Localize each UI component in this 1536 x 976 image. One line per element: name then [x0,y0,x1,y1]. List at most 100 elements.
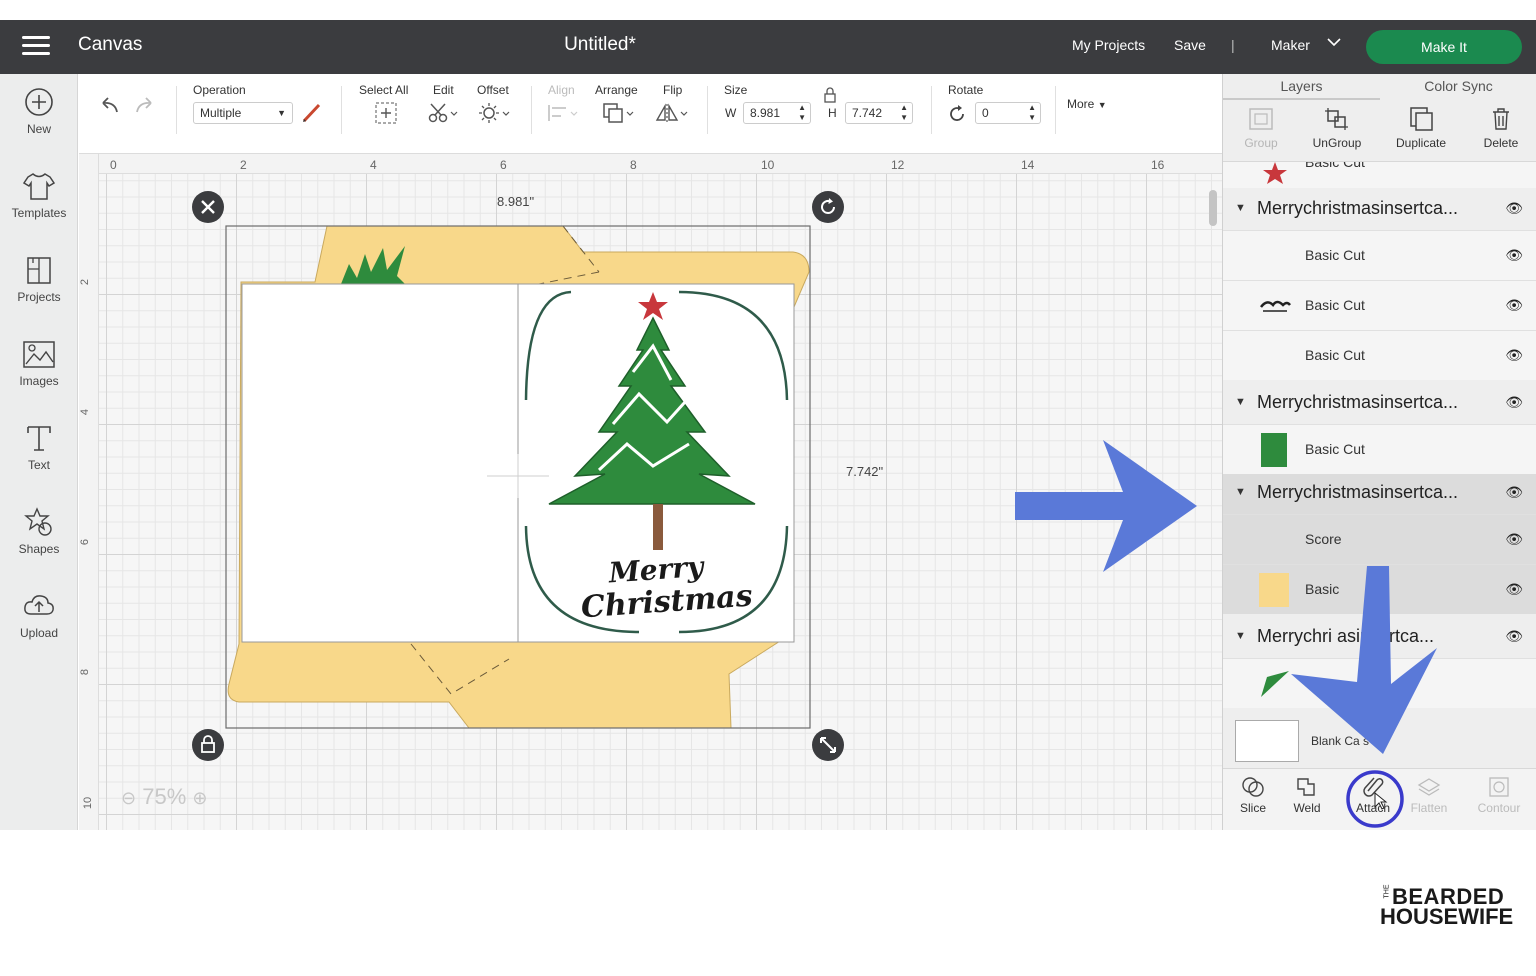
panel-tabs: Layers Color Sync [1223,74,1536,100]
chevron-down-icon[interactable] [1326,34,1342,53]
offset-icon[interactable] [479,102,511,124]
width-label: W [725,106,737,120]
scissors-icon[interactable] [427,102,459,124]
lock-handle-icon[interactable] [191,728,225,762]
pen-color-icon[interactable] [301,102,323,124]
height-dimension-readout: 7.742" [846,464,884,479]
star-thumbnail-icon [1263,162,1287,184]
sidebar-item-shapes[interactable]: Shapes [0,506,78,556]
layer-name: Basic Cut [1305,347,1365,363]
left-sidebar: New Templates Projects Images Text Shape… [0,74,78,830]
tab-color-sync[interactable]: Color Sync [1380,78,1536,94]
align-label: Align [548,83,575,97]
select-all-label: Select All [359,83,409,97]
more-button[interactable]: More ▼ [1067,97,1107,111]
my-projects-link[interactable]: My Projects [1072,37,1145,53]
operation-value: Multiple [200,106,242,120]
eye-icon[interactable]: 👁 [1505,347,1523,364]
zoom-level: 75% [142,784,187,809]
delete-handle-icon[interactable] [191,190,225,224]
make-it-button[interactable]: Make It [1366,30,1522,64]
eye-icon[interactable]: 👁 [1505,531,1523,548]
weld-button[interactable]: Weld [1277,775,1337,815]
design-canvas[interactable]: 0 2 4 6 8 10 12 14 16 2 4 6 8 10 Merry C… [79,154,1222,830]
eye-icon[interactable]: 👁 [1505,628,1523,645]
caret-down-icon[interactable]: ▼ [1235,202,1246,214]
logo-line2: HOUSEWIFE [1380,904,1514,929]
flip-icon[interactable] [655,102,691,124]
eye-icon[interactable]: 👁 [1505,581,1523,598]
layer-row[interactable]: Basic Cut 👁 [1223,330,1536,380]
layer-row[interactable]: Score 👁 [1223,514,1536,564]
caret-down-icon[interactable]: ▼ [1235,630,1246,642]
duplicate-icon [1410,107,1433,131]
zoom-out-icon[interactable]: ⊖ [121,788,136,808]
delete-button[interactable]: Delete [1463,106,1536,150]
select-all-icon[interactable] [375,102,397,124]
eye-icon[interactable]: 👁 [1505,484,1523,501]
layer-row[interactable]: Basic Cut [1223,424,1536,474]
sidebar-item-text[interactable]: Text [0,422,78,472]
height-input[interactable]: 7.742 ▲ ▼ [845,102,913,124]
group-button[interactable]: Group [1223,106,1299,150]
sidebar-item-new[interactable]: New [0,86,78,136]
width-input[interactable]: 8.981 ▲ ▼ [743,102,811,124]
contour-button[interactable]: Contour [1469,775,1529,815]
machine-selector[interactable]: Maker [1271,37,1310,53]
projects-icon [27,257,51,284]
lock-icon[interactable] [823,87,837,103]
duplicate-button[interactable]: Duplicate [1383,106,1459,150]
zoom-control[interactable]: ⊖ 75% ⊕ [121,784,207,810]
sidebar-item-images[interactable]: Images [0,338,78,388]
eye-icon[interactable]: 👁 [1505,394,1523,411]
layer-group-row[interactable]: ▼ Merrychristmasinsertca... 👁 [1223,384,1536,424]
caret-down-icon[interactable]: ▼ [1235,486,1246,498]
stepper-icon[interactable]: ▲ ▼ [900,103,908,123]
layer-group-row[interactable]: ▼ Merrychristmasinsertca... 👁 [1223,190,1536,230]
zoom-in-icon[interactable]: ⊕ [192,788,207,808]
group-icon [1249,108,1273,130]
vertical-scrollbar[interactable] [1209,190,1217,226]
layer-name: Basic Cut [1305,441,1365,457]
caret-down-icon: ▼ [277,108,286,118]
operation-select[interactable]: Multiple ▼ [193,102,293,124]
yellow-swatch-thumbnail [1259,573,1289,607]
sidebar-item-templates[interactable]: Templates [0,170,78,220]
tree-trunk [653,504,663,550]
width-dimension-readout: 8.981" [497,194,535,209]
edit-label: Edit [433,83,454,97]
trash-icon [1493,108,1509,130]
sidebar-item-label: Text [27,458,50,472]
slice-button[interactable]: Slice [1223,775,1283,815]
rotate-handle-icon[interactable] [811,190,845,224]
caret-down-icon: ▼ [1097,100,1107,110]
eye-icon[interactable]: 👁 [1505,297,1523,314]
tab-layers[interactable]: Layers [1223,78,1380,94]
group-name: Merrychristmasinsertca... [1257,482,1459,502]
caret-down-icon[interactable]: ▼ [1235,396,1246,408]
weld-icon [1297,778,1315,796]
layer-row[interactable]: Basic Cut 👁 [1223,280,1536,330]
sidebar-item-label: New [26,122,51,136]
save-link[interactable]: Save [1174,37,1206,53]
stepper-icon[interactable]: ▲ ▼ [798,103,806,123]
card-left-panel [241,283,519,643]
eye-icon[interactable]: 👁 [1505,247,1523,264]
layer-row[interactable]: Basic Cut [1223,162,1536,188]
shirt-icon [22,173,56,200]
ungroup-label: UnGroup [1312,136,1362,150]
eye-icon[interactable]: 👁 [1505,200,1523,217]
layer-group-row-selected[interactable]: ▼ Merrychristmasinsertca... 👁 [1223,474,1536,514]
ungroup-button[interactable]: UnGroup [1299,106,1375,150]
arrange-icon[interactable] [601,102,637,124]
height-label: H [828,106,837,120]
rotate-input[interactable]: 0 ▲ ▼ [975,102,1041,124]
resize-handle-icon[interactable] [811,728,845,762]
click-highlight-circle-icon [1346,770,1404,828]
sidebar-item-projects[interactable]: Projects [0,254,78,304]
stepper-icon[interactable]: ▲ ▼ [1028,103,1036,123]
redo-icon[interactable] [133,96,159,116]
undo-icon[interactable] [95,96,121,116]
sidebar-item-upload[interactable]: Upload [0,590,78,640]
layer-row[interactable]: Basic Cut 👁 [1223,230,1536,280]
